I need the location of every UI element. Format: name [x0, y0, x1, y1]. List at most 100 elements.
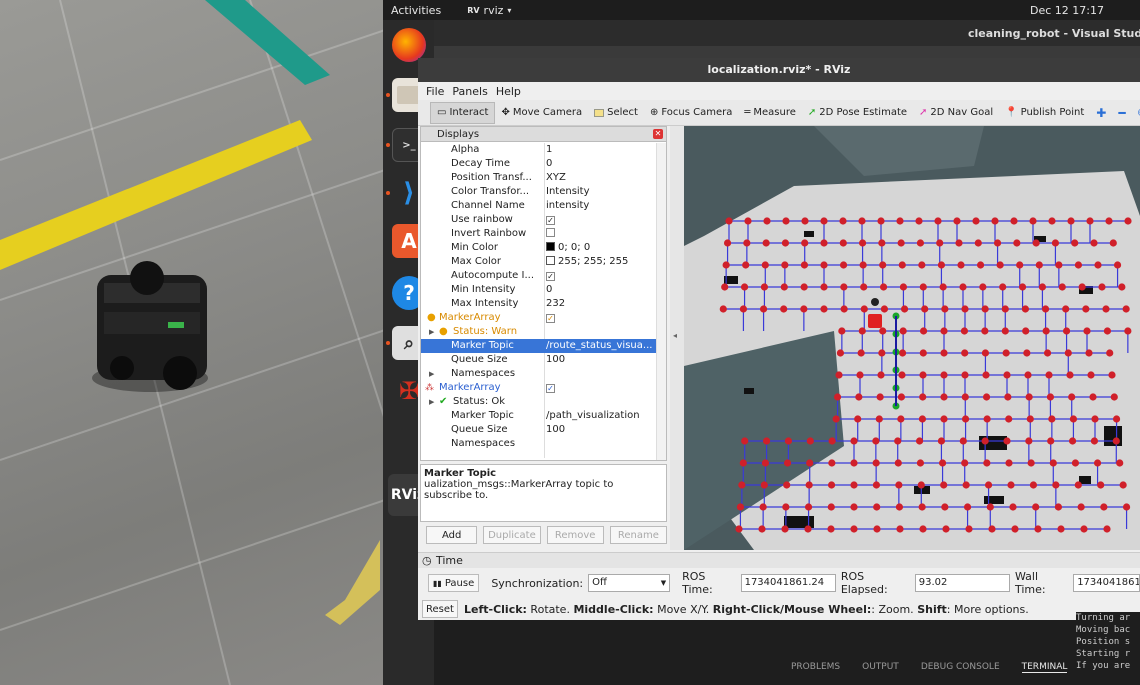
invert-rainbow-checkbox[interactable]	[546, 228, 555, 237]
route-node	[974, 239, 982, 247]
route-node	[800, 283, 808, 291]
tool-2d-nav-goal[interactable]: ➚ 2D Nav Goal	[913, 102, 999, 124]
route-node	[940, 393, 948, 401]
markerarray-enable-checkbox[interactable]: ✓	[546, 384, 555, 393]
firefox-icon[interactable]	[392, 28, 426, 62]
route-node	[761, 459, 770, 467]
remove-button[interactable]: Remove	[546, 526, 604, 544]
terminal-output[interactable]: Turning ar Moving bac Position s Startin…	[1076, 612, 1140, 685]
tool-2d-pose-estimate[interactable]: ➚ 2D Pose Estimate	[802, 102, 913, 124]
app-menu-label: rviz	[483, 3, 504, 17]
tool-focus-camera[interactable]: ⊕ Focus Camera	[644, 102, 738, 124]
prop-row[interactable]: Namespaces	[421, 437, 656, 451]
markerarray-enable-checkbox[interactable]: ✓	[546, 314, 555, 323]
use-rainbow-checkbox[interactable]: ✓	[546, 216, 555, 225]
route-node	[738, 481, 746, 489]
menu-file[interactable]: File	[426, 85, 444, 98]
route-node	[735, 525, 743, 533]
panel-splitter[interactable]: ◂	[670, 126, 684, 550]
reset-button[interactable]: Reset	[422, 600, 458, 618]
prop-row[interactable]: Min Color 0; 0; 0	[421, 241, 656, 255]
route-node	[1103, 327, 1112, 335]
ros-time-field[interactable]: 1734041861.24	[740, 574, 836, 592]
route-node	[1071, 459, 1080, 467]
autocompute-checkbox[interactable]: ✓	[546, 272, 555, 281]
move-camera-icon: ✥	[501, 107, 510, 118]
prop-row[interactable]: Use rainbow ✓	[421, 213, 656, 227]
menu-help[interactable]: Help	[496, 85, 521, 98]
prop-row[interactable]: Min Intensity 0	[421, 283, 656, 297]
route-node	[1055, 261, 1063, 269]
rviz-3d-view[interactable]	[684, 126, 1140, 550]
expand-arrow-icon[interactable]: ▶	[429, 325, 434, 339]
route-node	[827, 503, 835, 511]
route-node	[1001, 327, 1009, 335]
expand-arrow-icon[interactable]: ▶	[429, 395, 434, 409]
sync-select[interactable]: Off ▼	[588, 574, 671, 592]
prop-row[interactable]: Channel Name intensity	[421, 199, 656, 213]
tool-publish-point[interactable]: 📍 Publish Point	[999, 102, 1090, 124]
eye-icon[interactable]: ◉▾	[1132, 102, 1140, 124]
tool-measure[interactable]: ═ Measure	[738, 102, 802, 124]
add-button[interactable]: Add	[426, 526, 478, 544]
expand-arrow-icon[interactable]: ▶	[429, 367, 434, 381]
route-node	[878, 349, 886, 357]
display-markerarray-ok[interactable]: ⁂ MarkerArray ✓	[421, 381, 656, 395]
route-node	[894, 437, 902, 445]
route-node	[800, 305, 808, 313]
route-node	[1082, 305, 1090, 313]
route-node	[1021, 305, 1030, 313]
status-warn-row[interactable]: ▶ ● Status: Warn	[421, 325, 656, 339]
route-node	[877, 217, 885, 225]
route-node	[898, 371, 906, 379]
ros-elapsed-field[interactable]: 93.02	[914, 574, 1010, 592]
clock[interactable]: Dec 12 17:17	[1030, 4, 1104, 17]
tab-debug-console[interactable]: DEBUG CONSOLE	[921, 662, 1000, 673]
duplicate-button[interactable]: Duplicate	[483, 526, 541, 544]
tab-problems[interactable]: PROBLEMS	[791, 662, 840, 673]
collapse-arrow-icon: ◂	[673, 331, 678, 340]
prop-row[interactable]: Decay Time 0	[421, 157, 656, 171]
prop-row[interactable]: Queue Size 100	[421, 353, 656, 367]
route-node	[1062, 305, 1070, 313]
pause-button[interactable]: ▮▮ Pause	[428, 574, 480, 592]
route-node	[961, 393, 969, 401]
route-node	[872, 481, 881, 489]
prop-row[interactable]: Queue Size 100	[421, 423, 656, 437]
close-icon[interactable]: ✕	[653, 129, 663, 139]
app-menu-rviz[interactable]: RV rviz ▾	[467, 4, 511, 17]
route-node	[876, 393, 884, 401]
display-markerarray-warn[interactable]: ● MarkerArray ✓	[421, 311, 656, 325]
occupancy-map[interactable]	[684, 126, 1140, 550]
route-node	[1029, 481, 1038, 489]
tool-move-camera[interactable]: ✥ Move Camera	[495, 102, 588, 124]
tab-output[interactable]: OUTPUT	[862, 662, 899, 673]
remove-tool-icon[interactable]: ━	[1112, 102, 1131, 124]
menu-panels[interactable]: Panels	[452, 85, 487, 98]
prop-row[interactable]: Max Color 255; 255; 255	[421, 255, 656, 269]
route-node	[1022, 327, 1030, 335]
prop-row[interactable]: Marker Topic/path_visualization	[421, 409, 656, 423]
route-node	[1035, 261, 1043, 269]
wall-time-field[interactable]: 1734041861.	[1073, 574, 1140, 592]
prop-row[interactable]: Autocompute I... ✓	[421, 269, 656, 283]
prop-row[interactable]: Max Intensity 232	[421, 297, 656, 311]
tool-interact[interactable]: ▭ Interact	[430, 101, 496, 124]
prop-row[interactable]: ▶ Namespaces	[421, 367, 656, 381]
rename-button[interactable]: Rename	[609, 526, 668, 544]
prop-row-selected[interactable]: Marker Topic/route_status_visua...	[421, 339, 656, 353]
add-tool-icon[interactable]: ✚	[1090, 102, 1112, 124]
status-ok-row[interactable]: ▶ ✔ Status: Ok	[421, 395, 656, 409]
prop-row[interactable]: Color Transfor... Intensity	[421, 185, 656, 199]
prop-row[interactable]: Invert Rainbow	[421, 227, 656, 241]
route-node	[1105, 217, 1113, 225]
route-node	[739, 459, 747, 467]
route-node	[854, 415, 862, 423]
activities-button[interactable]: Activities	[391, 4, 441, 17]
route-node	[1124, 327, 1132, 335]
route-node	[900, 305, 909, 313]
tool-select[interactable]: Select	[588, 102, 644, 124]
prop-row[interactable]: Alpha 1	[421, 143, 656, 157]
prop-row[interactable]: Position Transf... XYZ	[421, 171, 656, 185]
tab-terminal[interactable]: TERMINAL	[1021, 662, 1068, 673]
